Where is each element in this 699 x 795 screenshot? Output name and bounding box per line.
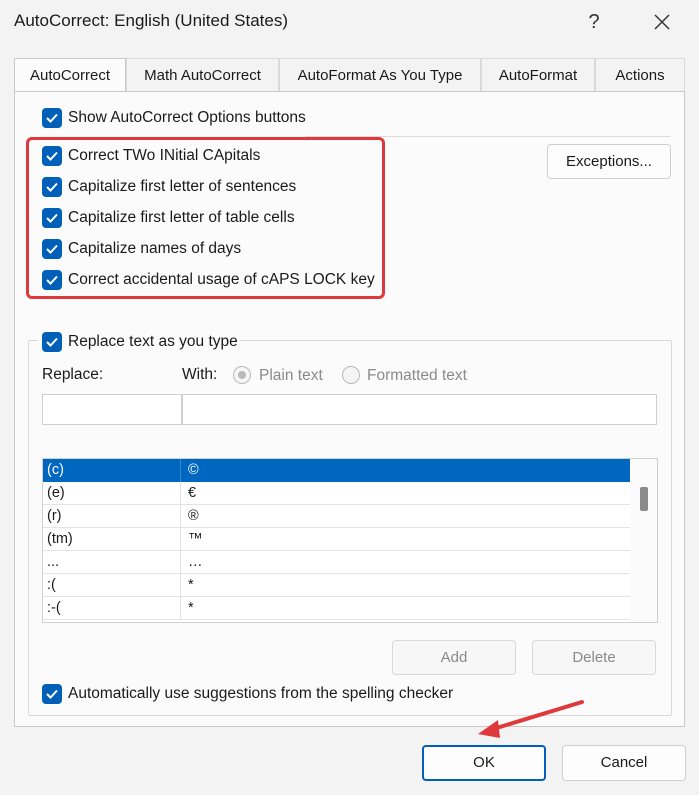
tab-actions[interactable]: Actions	[595, 58, 685, 92]
column-divider	[180, 482, 181, 505]
entry-with: *	[188, 600, 194, 616]
entry-replace: (e)	[47, 485, 65, 501]
delete-button[interactable]: Delete	[532, 640, 656, 675]
entry-replace: ...	[47, 554, 60, 570]
with-label: With:	[182, 366, 218, 383]
autocorrect-entries-list[interactable]: (c) © (e) € (r) ® (tm) ™ ... … :( * :-( …	[42, 458, 658, 623]
table-row[interactable]: (e) €	[43, 482, 630, 505]
table-row[interactable]: (tm) ™	[43, 528, 630, 551]
table-row[interactable]: :-( *	[43, 597, 630, 620]
plain-text-radio[interactable]	[233, 366, 251, 384]
plain-text-label: Plain text	[259, 367, 323, 384]
scrollbar-thumb[interactable]	[640, 487, 648, 511]
highlight-box	[26, 137, 385, 299]
tab-math-autocorrect[interactable]: Math AutoCorrect	[126, 58, 279, 92]
table-row[interactable]: (r) ®	[43, 505, 630, 528]
replace-as-type-label: Replace text as you type	[68, 333, 238, 350]
replace-label: Replace:	[42, 366, 104, 383]
help-button[interactable]: ?	[580, 8, 608, 36]
window-title: AutoCorrect: English (United States)	[14, 11, 289, 30]
add-button[interactable]: Add	[392, 640, 516, 675]
list-scrollbar[interactable]	[631, 459, 657, 622]
entry-replace: :-(	[47, 600, 61, 616]
entry-replace: (tm)	[47, 531, 73, 547]
formatted-text-radio[interactable]	[342, 366, 360, 384]
column-divider	[180, 459, 181, 482]
column-divider	[180, 528, 181, 551]
tab-autoformat[interactable]: AutoFormat	[481, 58, 595, 92]
red-arrow-annotation	[478, 700, 584, 738]
column-divider	[180, 551, 181, 574]
exceptions-button[interactable]: Exceptions...	[547, 144, 671, 179]
table-row[interactable]: (c) ©	[43, 459, 630, 482]
replace-input[interactable]	[42, 394, 182, 425]
close-icon[interactable]	[648, 8, 676, 36]
with-input[interactable]	[182, 394, 657, 425]
column-divider	[180, 597, 181, 620]
show-options-checkbox[interactable]	[42, 108, 62, 128]
entry-with: ™	[188, 531, 203, 547]
title-bar: AutoCorrect: English (United States) ?	[0, 0, 699, 46]
entry-replace: (r)	[47, 508, 62, 524]
entry-with: ©	[188, 462, 199, 478]
column-divider	[180, 505, 181, 528]
entry-replace: :(	[47, 577, 56, 593]
entry-with: €	[188, 485, 197, 501]
entry-with: *	[188, 577, 194, 593]
column-divider	[180, 574, 181, 597]
entry-with: …	[188, 554, 203, 570]
tab-autoformat-as-you-type[interactable]: AutoFormat As You Type	[279, 58, 481, 92]
table-row[interactable]: :( *	[43, 574, 630, 597]
show-options-label: Show AutoCorrect Options buttons	[68, 109, 306, 126]
entry-replace: (c)	[47, 462, 64, 478]
cancel-button[interactable]: Cancel	[562, 745, 686, 781]
replace-as-type-checkbox[interactable]	[42, 332, 62, 352]
spelling-suggestions-label: Automatically use suggestions from the s…	[68, 685, 454, 702]
formatted-text-label: Formatted text	[367, 367, 467, 384]
spelling-suggestions-checkbox[interactable]	[42, 684, 62, 704]
entry-with: ®	[188, 508, 199, 524]
table-row[interactable]: ... …	[43, 551, 630, 574]
tab-autocorrect[interactable]: AutoCorrect	[14, 58, 126, 94]
ok-button[interactable]: OK	[422, 745, 546, 781]
